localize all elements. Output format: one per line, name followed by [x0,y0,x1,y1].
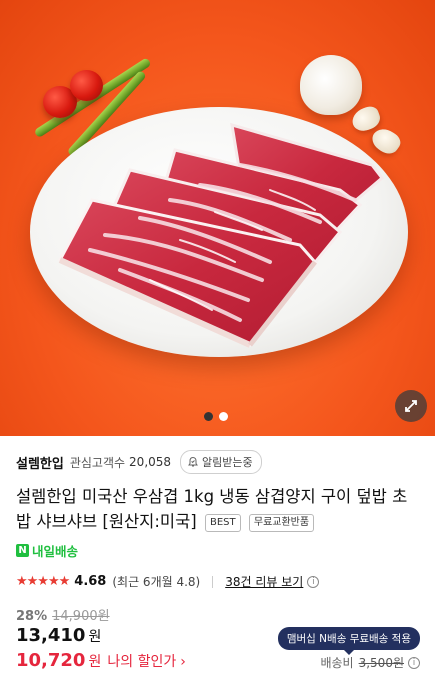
carousel-dots [204,412,228,421]
product-image[interactable] [0,0,435,436]
original-price: 14,900원 [52,609,110,624]
delivery-label: 내일배송 [32,544,79,559]
carousel-dot-2[interactable] [219,412,228,421]
my-discount-label: 나의 할인가 [107,654,177,670]
store-name[interactable]: 설렘한입 [16,453,64,472]
divider [212,575,214,588]
info-icon[interactable]: i [307,575,320,588]
delivery-tag: N 내일배송 [16,541,78,560]
rating-score: 4.68 [74,574,107,589]
store-row: 설렘한입 관심고객수 20,058 알림받는중 [16,447,419,477]
expand-image-button[interactable] [395,390,427,422]
product-title: 설렘한입 미국산 우삼겹 1kg 냉동 삼겹양지 구이 덮밥 초밥 샤브샤브 [… [16,484,421,534]
reviews-link[interactable]: 38건 리뷰 보기 [225,573,303,590]
best-badge: BEST [204,514,241,532]
current-price: 13,410 [16,625,86,646]
discount-row: 28% 14,900원 [16,605,110,624]
price-row: 13,410 원 [16,625,101,646]
expand-arrows-icon [405,400,417,412]
info-icon[interactable]: i [408,656,420,669]
star-rating-icon: ★★★★★ [16,574,70,589]
chevron-right-icon: › [180,654,186,670]
discount-rate: 28% [16,609,48,624]
notify-button[interactable]: 알림받는중 [180,450,262,474]
shipping-value: 3,500원 [358,656,404,670]
carousel-dot-1[interactable] [204,412,213,421]
my-discount-currency: 원 [88,654,102,670]
my-discount-price: 10,720 [16,650,86,671]
notify-label: 알림받는중 [202,456,253,469]
membership-shipping-badge: 맴버십 N배송 무료배송 적용 [277,627,420,655]
free-return-badge: 무료교환반품 [248,514,315,532]
rating-row: ★★★★★ 4.68 (최근 6개월 4.8) 38건 리뷰 보기 i [16,573,320,590]
fan-label: 관심고객수 [69,455,126,470]
n-logo-icon: N [16,544,29,557]
currency: 원 [88,629,102,645]
shipping-fee: 배송비 3,500원 i [320,654,420,671]
bell-check-icon [188,456,198,467]
my-discount-link[interactable]: 10,720 원 나의 할인가 › [16,650,186,671]
beef-slices [57,122,385,348]
rating-recent: (최근 6개월 4.8) [112,575,201,589]
shipping-label: 배송비 [320,656,354,670]
fan-count: 20,058 [129,455,172,469]
